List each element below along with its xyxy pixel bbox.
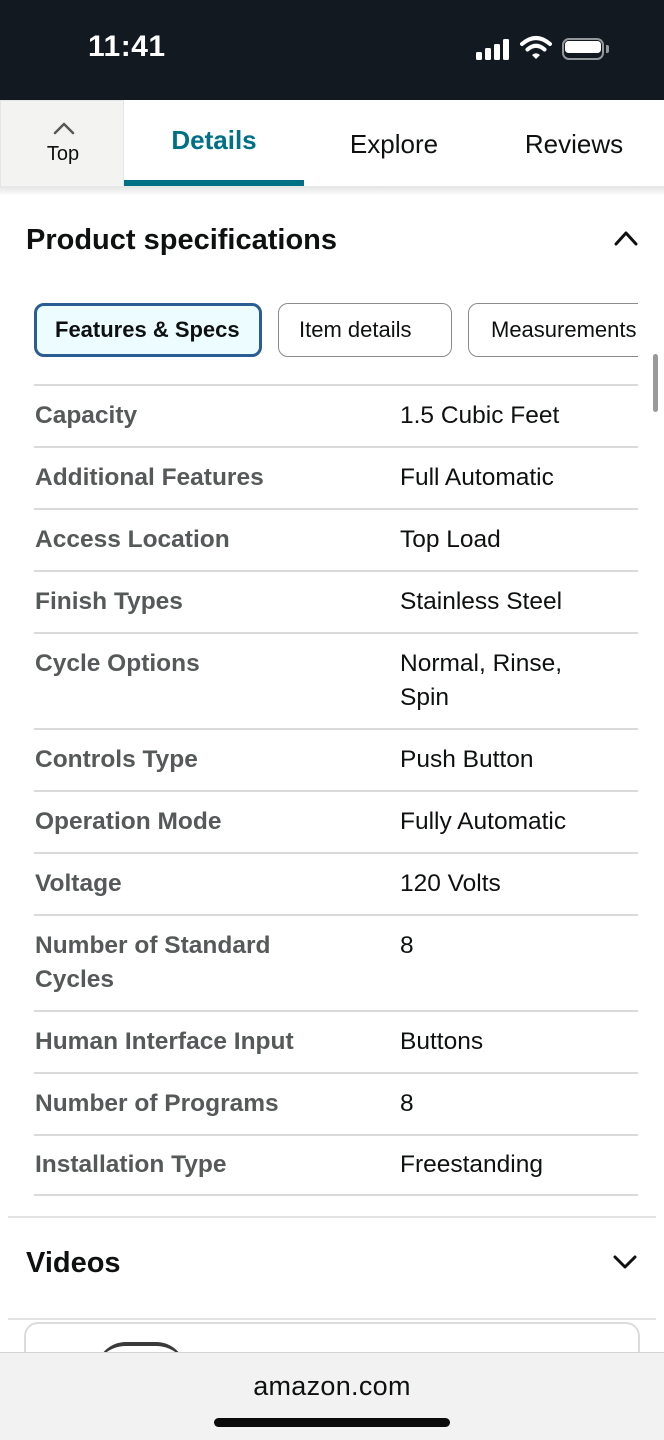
spec-label: Number of Programs bbox=[35, 1090, 279, 1117]
table-row: Access Location Top Load bbox=[34, 508, 638, 570]
section-title-videos[interactable]: Videos bbox=[26, 1247, 121, 1280]
spec-label: Number of Standard Cycles bbox=[35, 932, 271, 993]
tab-details[interactable]: Details bbox=[124, 96, 304, 184]
spec-label: Human Interface Input bbox=[35, 1028, 294, 1055]
spec-value: 8 bbox=[400, 1090, 414, 1117]
top-label: Top bbox=[46, 143, 80, 165]
chevron-up-icon bbox=[53, 122, 75, 135]
spec-value: Stainless Steel bbox=[400, 588, 563, 615]
table-row: Additional Features Full Automatic bbox=[34, 446, 638, 508]
tab-reviews[interactable]: Reviews bbox=[484, 100, 664, 188]
spec-label: Cycle Options bbox=[35, 650, 200, 677]
browser-address-bar[interactable]: amazon.com bbox=[0, 1352, 664, 1440]
spec-label: Voltage bbox=[35, 870, 122, 897]
back-to-top-button[interactable]: Top bbox=[0, 100, 124, 186]
status-bar: 11:41 bbox=[0, 0, 664, 100]
spec-value: Fully Automatic bbox=[400, 808, 567, 835]
table-row: Cycle Options Normal, Rinse, Spin bbox=[34, 632, 638, 728]
table-row: Human Interface Input Buttons bbox=[34, 1010, 638, 1072]
url-text[interactable]: amazon.com bbox=[0, 1371, 664, 1402]
chevron-up-icon[interactable] bbox=[614, 230, 638, 246]
tab-bar: Top Details Explore Reviews bbox=[0, 100, 664, 188]
section-divider bbox=[8, 1216, 656, 1218]
spec-label: Operation Mode bbox=[35, 808, 222, 835]
spec-label: Controls Type bbox=[35, 746, 198, 773]
spec-value: 8 bbox=[400, 932, 414, 959]
table-row: Installation Type Freestanding bbox=[34, 1134, 638, 1196]
wifi-icon bbox=[520, 36, 552, 59]
spec-value: Push Button bbox=[400, 746, 534, 773]
section-title-product-specifications[interactable]: Product specifications bbox=[26, 224, 337, 257]
table-row: Operation Mode Fully Automatic bbox=[34, 790, 638, 852]
spec-table: Capacity 1.5 Cubic Feet Additional Featu… bbox=[34, 384, 638, 1196]
spec-value: Buttons bbox=[400, 1028, 484, 1055]
section-divider bbox=[8, 1318, 656, 1320]
spec-value: 1.5 Cubic Feet bbox=[400, 402, 560, 429]
cellular-signal-icon bbox=[476, 38, 510, 60]
home-indicator[interactable] bbox=[214, 1418, 450, 1427]
spec-value: Normal, Rinse, Spin bbox=[400, 650, 563, 711]
status-time: 11:41 bbox=[88, 30, 166, 63]
table-row: Number of Programs 8 bbox=[34, 1072, 638, 1134]
spec-label: Capacity bbox=[35, 402, 138, 429]
table-row: Capacity 1.5 Cubic Feet bbox=[34, 384, 638, 446]
pill-features-specs[interactable]: Features & Specs bbox=[34, 303, 262, 357]
pill-measurements[interactable]: Measurements bbox=[468, 303, 638, 357]
spec-label: Finish Types bbox=[35, 588, 183, 615]
spec-value: Full Automatic bbox=[400, 464, 554, 491]
spec-label: Access Location bbox=[35, 526, 230, 553]
pill-item-details[interactable]: Item details bbox=[278, 303, 452, 357]
active-tab-indicator bbox=[124, 180, 304, 186]
spec-value: Freestanding bbox=[400, 1151, 544, 1178]
table-row: Number of Standard Cycles 8 bbox=[34, 914, 638, 1010]
spec-label: Installation Type bbox=[35, 1151, 227, 1178]
table-row: Finish Types Stainless Steel bbox=[34, 570, 638, 632]
battery-icon bbox=[562, 38, 610, 60]
spec-value: Top Load bbox=[400, 526, 501, 553]
tab-explore[interactable]: Explore bbox=[304, 100, 484, 188]
spec-value: 120 Volts bbox=[400, 870, 501, 897]
tab-bar-shadow bbox=[0, 188, 664, 196]
spec-label: Additional Features bbox=[35, 464, 264, 491]
table-row: Voltage 120 Volts bbox=[34, 852, 638, 914]
spec-category-pills: Features & Specs Item details Measuremen… bbox=[34, 303, 638, 357]
scrollbar[interactable] bbox=[653, 354, 658, 412]
chevron-down-icon[interactable] bbox=[613, 1254, 637, 1270]
table-row: Controls Type Push Button bbox=[34, 728, 638, 790]
